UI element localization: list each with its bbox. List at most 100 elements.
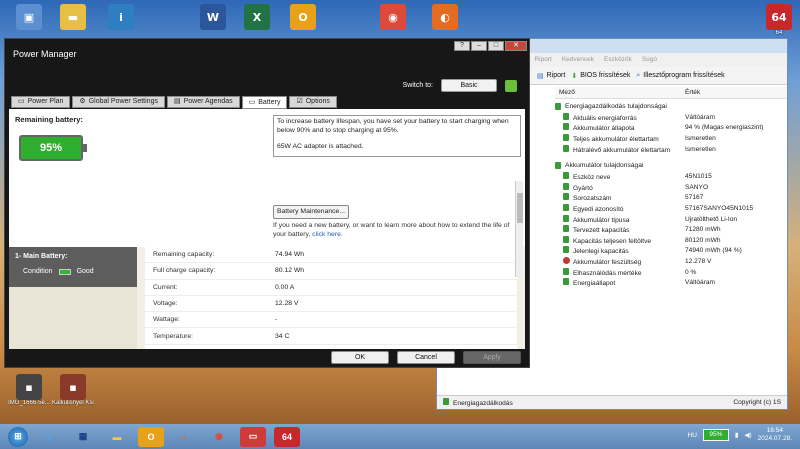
- group-icon: [555, 103, 561, 110]
- condition-label: Condition: [23, 268, 53, 275]
- explorer-folder-icon[interactable]: ▬: [104, 427, 130, 447]
- tab-label: Power Plan: [27, 98, 64, 105]
- window-controls: ? – □ ✕: [454, 41, 527, 51]
- clock-date: 2024.07.28.: [757, 435, 792, 442]
- language-indicator[interactable]: HU: [688, 432, 697, 439]
- apply-button[interactable]: Apply: [463, 351, 521, 364]
- property-row[interactable]: Eszköz neve 45N1015: [555, 171, 779, 182]
- col-field[interactable]: Mező: [555, 89, 685, 96]
- col-value[interactable]: Érték: [685, 89, 700, 96]
- group-title: Energiagazdálkodás tulajdonságai: [565, 103, 667, 110]
- desktop-icon[interactable]: 64 64: [758, 4, 800, 42]
- network-icon[interactable]: ▮: [735, 431, 739, 439]
- property-value: 0 %: [685, 268, 697, 276]
- ok-button[interactable]: OK: [331, 351, 389, 364]
- minimize-button[interactable]: –: [471, 41, 487, 51]
- menu-item[interactable]: Súgó: [642, 56, 657, 67]
- property-row[interactable]: Egyedi azonosító 57167SANYO45N1015: [555, 203, 779, 214]
- tab-options[interactable]: ☑ Options: [289, 96, 337, 108]
- aida-statusbar: Energiagazdálkodás Copyright (c) 1S: [437, 395, 787, 409]
- property-group[interactable]: Energiagazdálkodás tulajdonságai: [555, 101, 779, 112]
- desktop-icon[interactable]: ▪Kalkulisnyel Ksoflsy: [52, 374, 94, 412]
- battery-prop-icon: [563, 203, 569, 211]
- detail-label: Remaining capacity:: [153, 251, 215, 259]
- click-here-link[interactable]: click here.: [312, 231, 343, 238]
- desktop-icon[interactable]: ◉: [372, 4, 414, 42]
- property-row[interactable]: Akkumulátor feszültség 12.278 V: [555, 256, 779, 267]
- aida64-taskbar-icon[interactable]: 64: [274, 426, 300, 447]
- property-row[interactable]: Hátralévő akkumulátor élettartam Ismeretl…: [555, 144, 779, 155]
- remaining-battery-label: Remaining battery:: [15, 115, 83, 124]
- power-icon: [443, 398, 449, 405]
- volume-icon[interactable]: ◀): [744, 431, 751, 439]
- property-row[interactable]: Akkumulátor állapota 94 % (Magas energias…: [555, 123, 779, 134]
- help-icon[interactable]: ?: [454, 41, 470, 51]
- property-row[interactable]: Tervezett kapacitás 71280 mWh: [555, 224, 779, 235]
- bios-update-button[interactable]: ⬇ BIOS frissítések: [571, 72, 630, 80]
- property-row[interactable]: Jelenlegi kapacitás 74940 mWh (94 %): [555, 246, 779, 257]
- desktop-icon[interactable]: ▣: [8, 4, 50, 42]
- tab-power-agendas[interactable]: ▤ Power Agendas: [166, 96, 240, 108]
- property-row[interactable]: Kapacitás teljesen feltöltve 80120 mWh: [555, 235, 779, 246]
- folder-icon: ▬: [60, 4, 86, 30]
- tab-global-power-settings[interactable]: ⚙ Global Power Settings: [72, 96, 165, 108]
- desktop-icon-label: Kalkulisnyel Ksoflsy: [52, 400, 94, 406]
- desktop-icon[interactable]: i: [100, 4, 142, 42]
- start-button[interactable]: ⊞: [8, 426, 28, 447]
- desktop-icon[interactable]: ▬: [52, 4, 94, 42]
- property-row[interactable]: Gyártó SANYO: [555, 182, 779, 193]
- charge-info-text: To increase battery lifespan, you have s…: [277, 118, 509, 134]
- property-row[interactable]: Energiaállapot Váltóáram: [555, 277, 779, 288]
- tab-power-plan[interactable]: ▭ Power Plan: [11, 96, 71, 108]
- desktop-icon[interactable]: ◐: [424, 4, 466, 42]
- property-name: Jelenlegi kapacitás: [573, 248, 629, 256]
- main-battery-item[interactable]: 1- Main Battery: Condition Good: [9, 247, 137, 287]
- desktop-icon[interactable]: O: [282, 4, 324, 42]
- report-button[interactable]: ▤ Riport: [537, 72, 565, 80]
- internet-explorer-icon[interactable]: e: [36, 427, 62, 447]
- battery-maintenance-button[interactable]: Battery Maintenance...: [273, 205, 349, 219]
- property-value: 57167SANYO45N1015: [685, 204, 754, 212]
- menu-item[interactable]: Eszközök: [604, 56, 632, 67]
- cancel-button[interactable]: Cancel: [397, 351, 455, 364]
- detail-label: Temperature:: [153, 332, 194, 340]
- detail-row: Current: 0.00 A: [145, 280, 517, 296]
- property-name: Gyártó: [573, 184, 593, 192]
- driver-update-button[interactable]: ⌕ Illesztőprogram frissítések: [636, 72, 724, 80]
- battery-prop-icon: [563, 246, 569, 254]
- desktop-icon[interactable]: X: [236, 4, 278, 42]
- desktop-icon[interactable]: ▪ IMG_1666-5e...: [8, 374, 50, 412]
- property-row[interactable]: Elhasználódás mértéke 0 %: [555, 267, 779, 278]
- close-button[interactable]: ✕: [505, 41, 527, 51]
- agenda-icon: ▤: [173, 98, 181, 105]
- battery-prop-icon: [563, 278, 569, 286]
- details-scrollbar[interactable]: [515, 181, 523, 277]
- switch-basic-button[interactable]: Basic: [441, 79, 497, 92]
- property-row[interactable]: Akkumulátor típusa Újratölthető Li-Ion: [555, 214, 779, 225]
- save-floppy-icon[interactable]: ▦: [70, 427, 96, 447]
- firefox-taskbar-icon[interactable]: ◐: [172, 427, 198, 447]
- scrollbar-thumb[interactable]: [517, 193, 523, 223]
- menu-item[interactable]: Kedvencek: [562, 56, 594, 67]
- power-manager-taskbar-icon[interactable]: ▭: [240, 426, 266, 447]
- outlook-taskbar-icon[interactable]: O: [138, 426, 164, 447]
- tab-battery[interactable]: ▭ Battery: [241, 96, 288, 109]
- desktop-icon-label: 64: [775, 30, 783, 36]
- property-row[interactable]: Teljes akkumulátor élettartam Ismeretlen: [555, 133, 779, 144]
- desktop-icon[interactable]: W: [192, 4, 234, 42]
- battery-details-table: Remaining capacity: 74.94 Wh Full charge c…: [145, 247, 517, 349]
- property-row[interactable]: Sorozatszám 57167: [555, 193, 779, 204]
- tray-battery-icon[interactable]: 95%: [702, 429, 729, 441]
- property-group[interactable]: Akkumulátor tulajdonságai: [555, 160, 779, 171]
- menu-item[interactable]: Riport: [534, 56, 551, 67]
- property-name: Energiaállapot: [573, 280, 616, 288]
- maximize-button[interactable]: □: [488, 41, 504, 51]
- battery-panel: Remaining battery: 95% To increase batte…: [9, 109, 525, 349]
- tray-clock[interactable]: 16:54 2024.07.28.: [758, 427, 792, 443]
- image-icon: ▪: [16, 374, 42, 400]
- detail-row: Voltage: 12.28 V: [145, 296, 517, 313]
- property-row[interactable]: Aktuális energiaforrás Váltóáram: [555, 112, 779, 123]
- help-question-icon[interactable]: [505, 79, 517, 92]
- intel-icon: i: [108, 4, 134, 30]
- chrome-taskbar-icon[interactable]: ◉: [206, 427, 232, 447]
